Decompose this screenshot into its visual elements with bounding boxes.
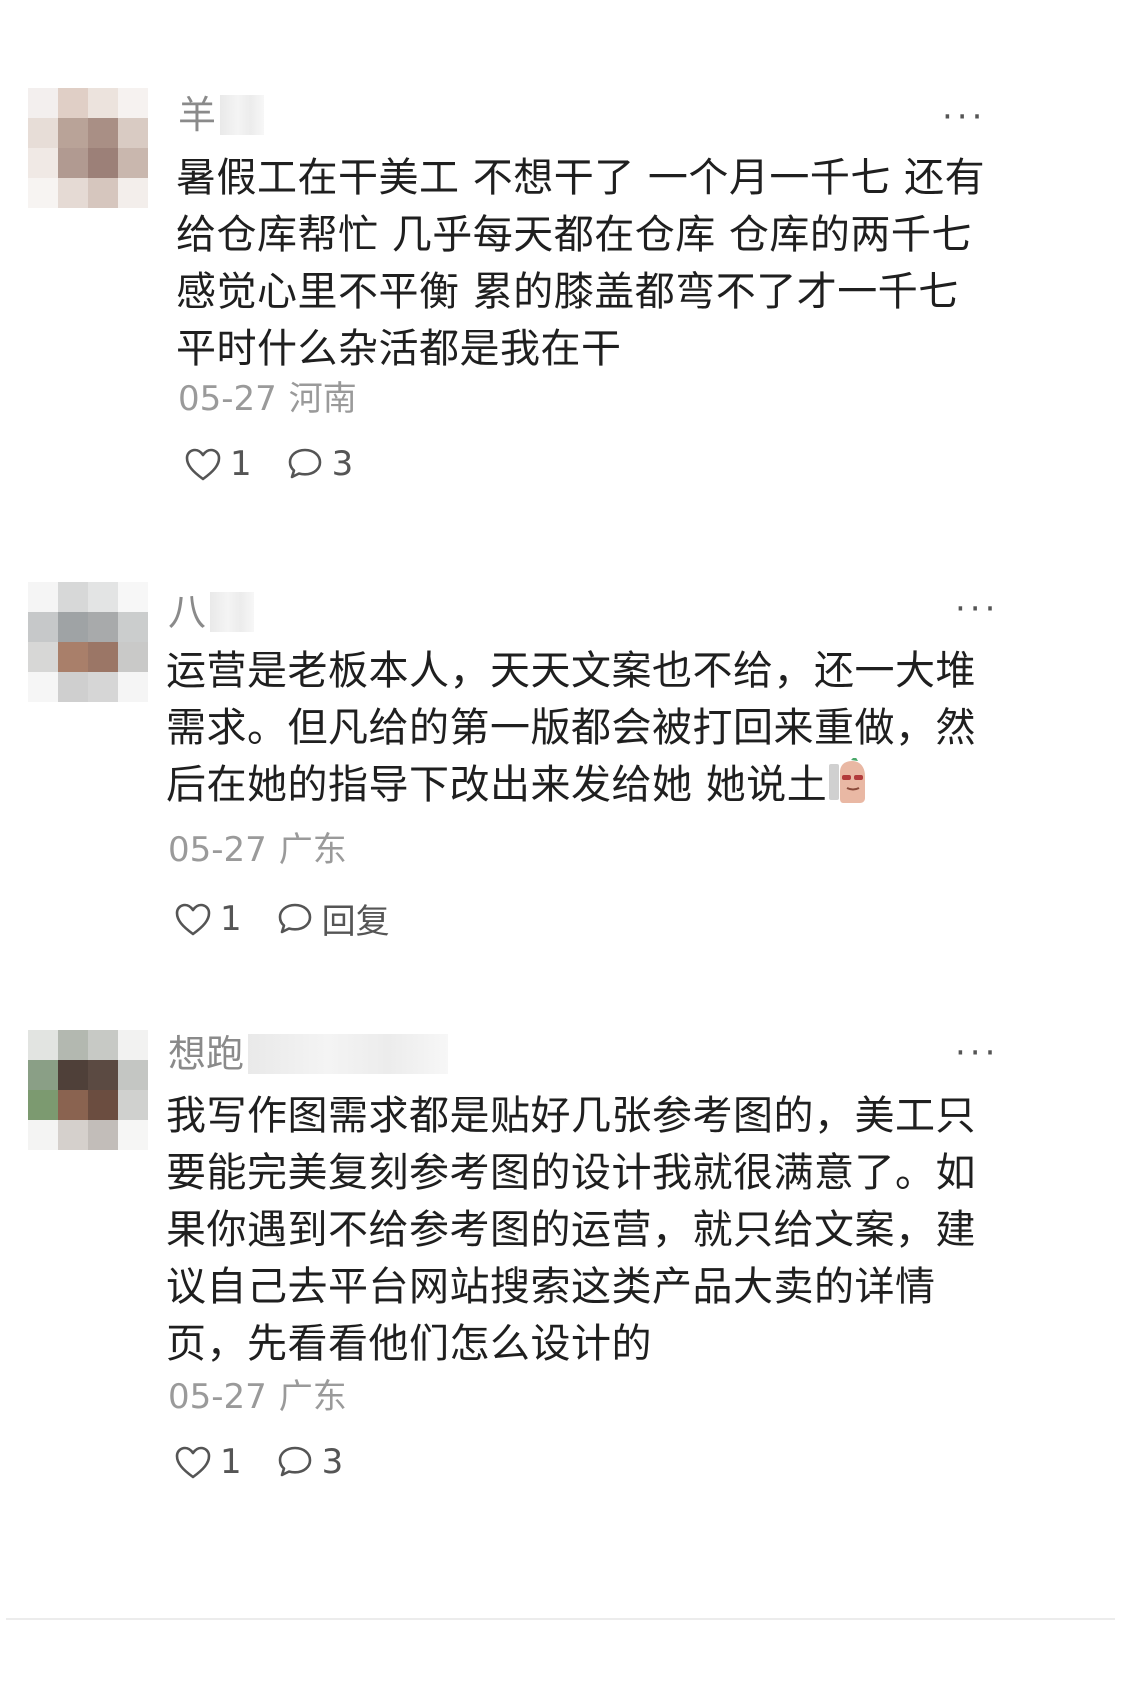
comment-text: 暑假工在干美工 不想干了 一个月一千七 还有给仓库帮忙 几乎每天都在仓库 仓库的…: [176, 155, 986, 372]
avatar[interactable]: [28, 582, 148, 702]
like-count: 1: [230, 444, 252, 484]
sticker-emoji-icon: [829, 758, 866, 803]
comment-bubble-icon: [278, 903, 311, 933]
reply-button[interactable]: 3: [276, 1442, 344, 1482]
username[interactable]: 想跑: [168, 1034, 449, 1074]
more-dots-icon[interactable]: ···: [955, 1036, 999, 1070]
comment-bubble-icon: [278, 1446, 311, 1477]
heart-icon: [175, 903, 211, 935]
comment-text: 运营是老板本人，天天文案也不给，还一大堆需求。但凡给的第一版都会被打回来重做，然…: [166, 643, 986, 814]
username[interactable]: 羊: [178, 95, 265, 135]
comment-text: 我写作图需求都是贴好几张参考图的，美工只要能完美复刻参考图的设计我就很满意了。如…: [166, 1093, 976, 1367]
more-dots-icon[interactable]: ···: [955, 592, 999, 626]
comment-location: 广东: [278, 830, 347, 870]
comment-meta: 05-27 河南: [178, 382, 357, 416]
comment-actions: 1 回复: [174, 894, 424, 943]
like-count: 1: [220, 1442, 242, 1482]
reply-button[interactable]: 回复: [276, 894, 390, 943]
comment-meta: 05-27 广东: [168, 1380, 347, 1414]
reply-label: 回复: [321, 902, 390, 942]
comment-actions: 1 3: [184, 444, 387, 484]
like-button[interactable]: 1: [184, 444, 252, 484]
comment-date: 05-27: [168, 1377, 267, 1417]
avatar[interactable]: [28, 1030, 148, 1150]
comment-location: 广东: [278, 1377, 347, 1417]
divider: [6, 1618, 1115, 1620]
username[interactable]: 八: [168, 592, 255, 632]
more-dots-icon[interactable]: ···: [942, 100, 986, 134]
heart-icon: [185, 448, 221, 481]
comment-meta: 05-27 广东: [168, 833, 347, 867]
comment-location: 河南: [288, 379, 357, 419]
like-count: 1: [220, 898, 242, 939]
comment-date: 05-27: [178, 379, 277, 419]
comment-bubble-icon: [288, 448, 321, 479]
heart-icon: [175, 1446, 211, 1479]
reply-count: 3: [331, 444, 354, 484]
like-button[interactable]: 1: [174, 1442, 242, 1482]
avatar[interactable]: [28, 88, 148, 208]
comment-actions: 1 3: [174, 1442, 377, 1482]
reply-button[interactable]: 3: [286, 444, 354, 484]
reply-count: 3: [321, 1442, 344, 1482]
comment-date: 05-27: [168, 830, 267, 870]
like-button[interactable]: 1: [174, 899, 242, 939]
